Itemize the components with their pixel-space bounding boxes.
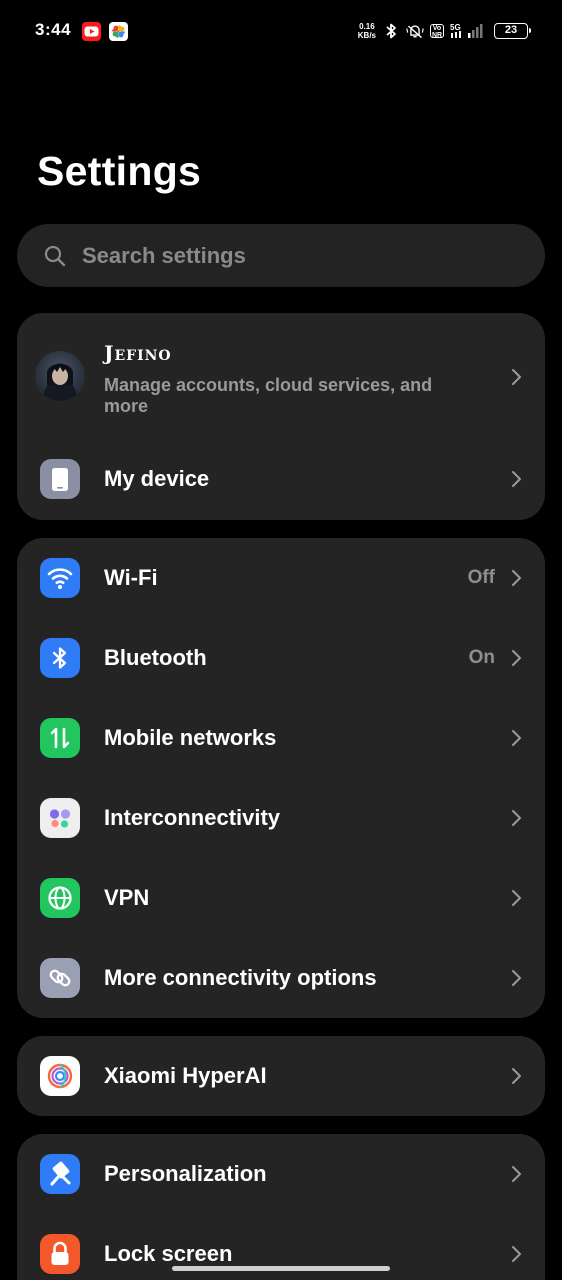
chevron-right-icon: [512, 369, 521, 385]
connectivity-card: Wi-Fi Off Bluetooth On Mobile networks I…: [17, 538, 545, 1018]
chevron-right-icon: [512, 890, 521, 906]
search-bar[interactable]: [17, 224, 545, 287]
chevron-right-icon: [512, 650, 521, 666]
lock-icon: [40, 1234, 80, 1274]
globe-icon: [40, 878, 80, 918]
bluetooth-status-value: On: [468, 647, 495, 668]
volte-label-top: Vo: [432, 25, 442, 32]
chevron-right-icon: [512, 471, 521, 487]
mobile-data-icon: [40, 718, 80, 758]
vpn-row[interactable]: VPN: [17, 858, 545, 938]
volte-icon: Vo NR: [430, 24, 444, 39]
network-speed: 0.16 KB/s: [358, 22, 376, 40]
chevron-right-icon: [512, 570, 521, 586]
avatar: [35, 351, 85, 401]
network-speed-value: 0.16: [359, 22, 375, 31]
account-card: Jefino Manage accounts, cloud services, …: [17, 313, 545, 520]
cellular-signal-icon: 5G: [450, 21, 484, 41]
volte-label-bottom: NR: [431, 32, 443, 39]
hyperai-card: Xiaomi HyperAI: [17, 1036, 545, 1116]
wifi-status-value: Off: [467, 567, 495, 588]
more-connectivity-label: More connectivity options: [104, 965, 377, 990]
account-subtitle: Manage accounts, cloud services, and mor…: [104, 375, 433, 416]
status-time: 3:44: [35, 20, 72, 39]
search-icon: [44, 245, 66, 266]
youtube-icon: [82, 22, 101, 41]
personalization-row[interactable]: Personalization: [17, 1134, 545, 1214]
wifi-icon: [40, 558, 80, 598]
status-bar: 3:44 0.16 KB/s Vo NR 5G 23: [0, 0, 562, 64]
network-type-text: 5G: [450, 23, 461, 32]
my-device-label: My device: [104, 466, 210, 491]
bluetooth-status-icon: [382, 21, 400, 41]
mobile-networks-row[interactable]: Mobile networks: [17, 698, 545, 778]
interconnectivity-row[interactable]: Interconnectivity: [17, 778, 545, 858]
interconnectivity-icon: [40, 798, 80, 838]
wifi-row[interactable]: Wi-Fi Off: [17, 538, 545, 618]
home-indicator[interactable]: [172, 1266, 390, 1271]
bluetooth-icon: [40, 638, 80, 678]
network-speed-unit: KB/s: [357, 31, 376, 40]
chevron-right-icon: [512, 810, 521, 826]
hyperai-label: Xiaomi HyperAI: [104, 1063, 267, 1088]
personalization-label: Personalization: [104, 1161, 267, 1186]
chevron-right-icon: [512, 1068, 521, 1084]
my-device-row[interactable]: My device: [17, 439, 545, 519]
chevron-right-icon: [512, 1246, 521, 1262]
account-name: Jefino: [104, 341, 172, 365]
bluetooth-row[interactable]: Bluetooth On: [17, 618, 545, 698]
chevron-right-icon: [512, 970, 521, 986]
brush-icon: [40, 1154, 80, 1194]
hyperai-icon: [40, 1056, 80, 1096]
bluetooth-label: Bluetooth: [104, 645, 207, 670]
interconnectivity-label: Interconnectivity: [104, 805, 281, 830]
account-row[interactable]: Jefino Manage accounts, cloud services, …: [17, 313, 545, 439]
battery-icon: 23: [494, 23, 531, 39]
mobile-networks-label: Mobile networks: [104, 725, 277, 750]
notification-icons: [82, 22, 128, 41]
phone-device-icon: [40, 459, 80, 499]
personalization-card: Personalization Lock screen: [17, 1134, 545, 1280]
link-icon: [40, 958, 80, 998]
chevron-right-icon: [512, 1166, 521, 1182]
photos-icon: [109, 22, 128, 41]
chevron-right-icon: [512, 730, 521, 746]
settings-screen: 3:44 0.16 KB/s Vo NR 5G 23 Settings Sear…: [0, 0, 562, 1280]
page-title: Settings: [37, 148, 202, 194]
vibrate-muted-icon: [406, 21, 424, 41]
wifi-label: Wi-Fi: [104, 565, 158, 590]
more-connectivity-row[interactable]: More connectivity options: [17, 938, 545, 1018]
lock-screen-label: Lock screen: [104, 1241, 233, 1266]
status-indicators: 0.16 KB/s Vo NR 5G 23: [358, 21, 531, 41]
vpn-label: VPN: [104, 885, 150, 910]
search-input[interactable]: [80, 241, 504, 270]
hyperai-row[interactable]: Xiaomi HyperAI: [17, 1036, 545, 1116]
